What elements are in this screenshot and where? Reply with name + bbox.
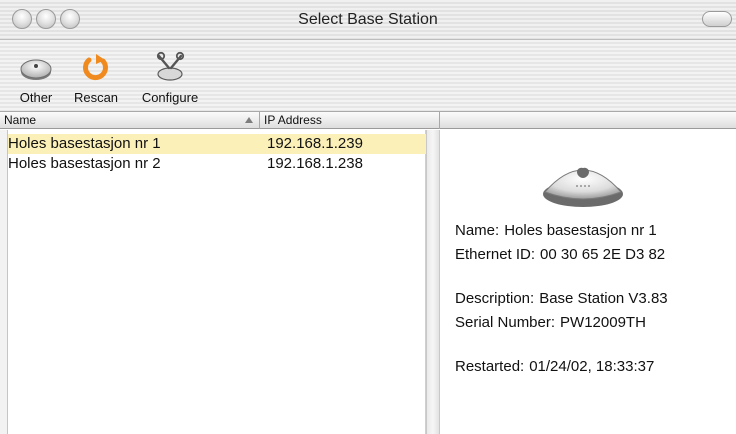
- sort-ascending-icon: [245, 117, 253, 123]
- detail-restarted-line: Restarted: 01/24/02, 18:33:37: [455, 358, 654, 375]
- ip-address-column-label: IP Address: [264, 113, 322, 127]
- rescan-button-label: Rescan: [73, 90, 119, 105]
- detail-ethernet-label: Ethernet ID:: [455, 246, 536, 263]
- airport-base-station-icon: [543, 167, 623, 207]
- configure-tools-icon: [156, 51, 185, 81]
- detail-serial-value: PW12009TH: [560, 314, 646, 331]
- detail-description-value: Base Station V3.83: [539, 290, 668, 307]
- left-edge: [0, 130, 8, 434]
- ip-address-cell: 192.168.1.239: [267, 135, 363, 152]
- detail-pane-header: [440, 112, 736, 129]
- rescan-button[interactable]: Rescan: [70, 40, 122, 112]
- title-bar: Select Base Station: [0, 0, 736, 40]
- window-title: Select Base Station: [298, 11, 438, 28]
- other-button[interactable]: Other: [10, 40, 62, 112]
- refresh-icon: [83, 54, 108, 81]
- configure-button-label: Configure: [141, 90, 199, 105]
- detail-name-value: Holes basestasjon nr 1: [504, 222, 657, 239]
- detail-ethernet-value: 00 30 65 2E D3 82: [540, 246, 666, 263]
- toolbar: Other Rescan Configure: [0, 40, 736, 112]
- station-detail-pane: Name: Holes basestasjon nr 1 Ethernet ID:…: [441, 130, 736, 434]
- name-column-label: Name: [4, 113, 37, 127]
- base-station-icon: [20, 59, 52, 80]
- detail-restarted-value: 01/24/02, 18:33:37: [529, 358, 655, 375]
- other-button-label: Other: [19, 90, 53, 105]
- ip-address-column-header[interactable]: IP Address: [260, 112, 440, 129]
- name-column-header[interactable]: Name: [0, 112, 260, 129]
- table-header: Name IP Address: [0, 112, 736, 129]
- table-row[interactable]: Holes basestasjon nr 1 192.168.1.239: [8, 134, 426, 154]
- configure-button[interactable]: Configure: [134, 40, 206, 112]
- base-station-list[interactable]: Holes basestasjon nr 1 192.168.1.239 Hol…: [8, 130, 426, 434]
- detail-description-label: Description:: [455, 290, 535, 307]
- detail-serial-label: Serial Number:: [455, 314, 556, 331]
- toolbar-toggle-button[interactable]: [702, 11, 732, 27]
- detail-ethernet-line: Ethernet ID: 00 30 65 2E D3 82: [455, 246, 665, 263]
- station-name-cell: Holes basestasjon nr 1: [8, 135, 161, 152]
- pane-splitter[interactable]: [426, 130, 440, 434]
- detail-serial-line: Serial Number: PW12009TH: [455, 314, 646, 331]
- station-name-cell: Holes basestasjon nr 2: [8, 155, 161, 172]
- detail-restarted-label: Restarted:: [455, 358, 525, 375]
- detail-name-line: Name: Holes basestasjon nr 1: [455, 222, 657, 239]
- table-row[interactable]: Holes basestasjon nr 2 192.168.1.238: [8, 154, 426, 174]
- detail-description-line: Description: Base Station V3.83: [455, 290, 668, 307]
- ip-address-cell: 192.168.1.238: [267, 155, 363, 172]
- detail-name-label: Name:: [455, 222, 500, 239]
